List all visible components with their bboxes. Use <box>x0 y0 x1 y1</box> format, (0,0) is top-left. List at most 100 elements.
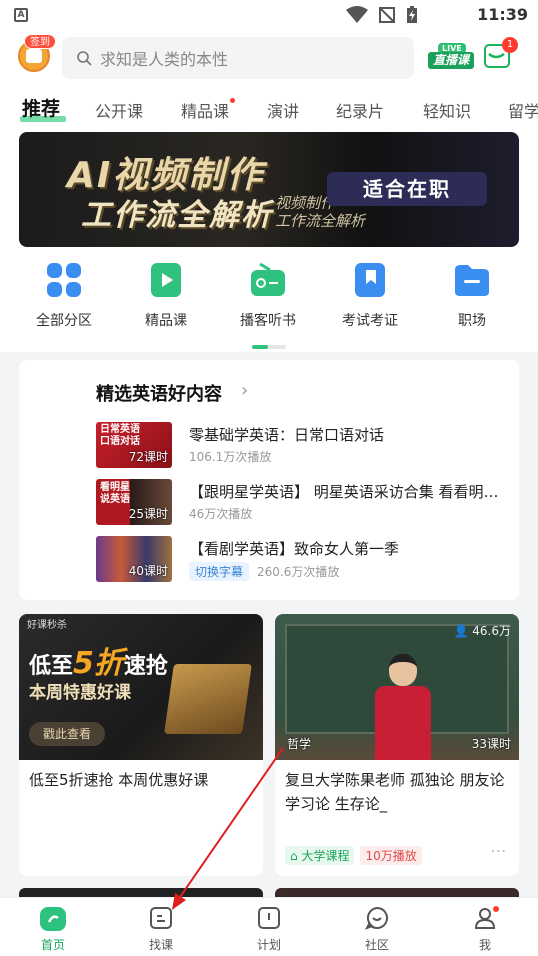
nav-find-course[interactable]: 找课 <box>131 906 191 953</box>
course-title: 【看剧学英语】致命女人第一季 <box>189 540 400 558</box>
person-icon: 👤 <box>453 624 469 638</box>
tab-study-abroad[interactable]: 留学 <box>508 98 538 122</box>
play-count: 46万次播放 <box>189 507 253 521</box>
subject-label: 哲学 <box>287 737 312 751</box>
nav-label: 首页 <box>40 938 65 952</box>
status-bar: A 11:39 <box>0 0 538 30</box>
list-item[interactable]: 日常英语 口语对话 72课时 零基础学英语：日常口语对话 106.1万次播放 <box>96 422 516 468</box>
plan-icon <box>257 906 281 930</box>
profile-notification-dot <box>493 906 499 912</box>
nav-label: 社区 <box>364 938 389 952</box>
battery-charging-icon <box>407 6 417 23</box>
search-icon <box>77 51 92 66</box>
subtitle-switch-badge: 切换字幕 <box>189 562 250 581</box>
category-workplace[interactable]: 职场 <box>432 262 512 330</box>
promo-headline: 低至5折速抢 <box>29 646 168 681</box>
nav-profile[interactable]: 我 <box>455 906 515 953</box>
category-label: 精品课 <box>145 313 187 329</box>
search-bar[interactable]: 求知是人类的本性 <box>62 37 414 79</box>
top-header: 签到 求知是人类的本性 LIVE 直播课 1 <box>0 30 538 88</box>
lesson-count: 25课时 <box>128 507 168 521</box>
nav-label: 计划 <box>256 938 281 952</box>
calendar-check-icon <box>26 49 42 63</box>
category-all[interactable]: 全部分区 <box>24 262 104 330</box>
tab-light-knowledge[interactable]: 轻知识 <box>423 98 471 122</box>
thumbnail-text: 日常英语 口语对话 <box>100 424 140 447</box>
course-card-lecture[interactable]: 👤 46.6万 哲学 33课时 复旦大学陈果老师 孤独论 朋友论 学习论 生存论… <box>275 614 519 876</box>
grid-icon <box>46 262 82 298</box>
course-title: 【跟明星学英语】 明星英语采访合集 看看明星们是如何说英语的 <box>189 483 509 501</box>
lesson-count: 40课时 <box>128 564 168 578</box>
radio-icon <box>250 262 286 298</box>
live-course-label: 直播课 <box>428 52 474 69</box>
checkin-tag: 签到 <box>24 34 56 49</box>
course-title: 零基础学英语：日常口语对话 <box>189 426 385 444</box>
course-tags: ⌂ 大学课程 10万播放 <box>285 846 422 865</box>
play-count: 106.1万次播放 <box>189 450 272 464</box>
section-title[interactable]: 精选英语好内容 <box>96 380 222 406</box>
nav-label: 找课 <box>148 938 173 952</box>
promo-banner[interactable]: AI视频制作 工作流全解析 视频制作 工作流全解析 适合在职 <box>19 132 519 247</box>
view-count: 👤 46.6万 <box>453 624 511 638</box>
course-meta: 切换字幕 260.6万次播放 <box>189 562 339 581</box>
course-icon: ⌂ <box>290 849 298 863</box>
tab-open-course[interactable]: 公开课 <box>95 98 143 122</box>
new-dot <box>230 98 235 103</box>
category-exam[interactable]: 考试考证 <box>330 262 410 330</box>
play-icon <box>148 262 184 298</box>
chevron-right-icon[interactable]: › <box>241 380 248 401</box>
category-label: 播客听书 <box>240 313 296 329</box>
banner-subheadline: 工作流全解析 <box>81 198 273 233</box>
promo-tag: 好课秒杀 <box>27 620 67 631</box>
nav-community[interactable]: 社区 <box>347 906 407 953</box>
play-count: 260.6万次播放 <box>257 565 340 579</box>
category-tag: ⌂ 大学课程 <box>285 846 355 865</box>
nav-home[interactable]: 首页 <box>23 906 83 953</box>
tab-speech[interactable]: 演讲 <box>267 98 299 122</box>
english-section-card: 精选英语好内容 › 日常英语 口语对话 72课时 零基础学英语：日常口语对话 1… <box>19 360 519 600</box>
nav-label: 我 <box>478 938 491 952</box>
category-premium[interactable]: 精品课 <box>126 262 206 330</box>
home-icon <box>40 906 66 931</box>
app-notification-icon: A <box>14 8 28 22</box>
pager-active <box>252 345 268 349</box>
find-course-icon <box>149 906 173 930</box>
nav-plan[interactable]: 计划 <box>239 906 299 953</box>
wifi-icon <box>346 6 368 23</box>
bottom-navigation: 首页 找课 计划 社区 我 <box>0 897 538 956</box>
category-tabs: 推荐 公开课 精品课 演讲 纪录片 轻知识 留学 <box>0 88 538 130</box>
tab-recommend[interactable]: 推荐 <box>22 94 60 121</box>
category-podcast[interactable]: 播客听书 <box>228 262 308 330</box>
tab-documentary[interactable]: 纪录片 <box>336 98 384 122</box>
course-thumbnail: 40课时 <box>96 536 172 582</box>
course-thumbnail: 日常英语 口语对话 72课时 <box>96 422 172 468</box>
category-label: 全部分区 <box>36 313 92 329</box>
promo-subheadline: 本周特惠好课 <box>29 683 131 703</box>
course-cover: 👤 46.6万 哲学 33课时 <box>275 614 519 760</box>
search-placeholder: 求知是人类的本性 <box>100 50 229 69</box>
status-icons <box>346 6 418 24</box>
course-card-promo[interactable]: 好课秒杀 低至5折速抢 本周特惠好课 戳此查看 低至5折速抢 本周优惠好课 <box>19 614 263 876</box>
list-item[interactable]: 40课时 【看剧学英语】致命女人第一季 切换字幕 260.6万次播放 <box>96 536 516 582</box>
course-title: 复旦大学陈果老师 孤独论 朋友论 学习论 生存论_ <box>285 771 505 813</box>
course-cover: 好课秒杀 低至5折速抢 本周特惠好课 戳此查看 <box>19 614 263 760</box>
message-badge: 1 <box>502 37 518 53</box>
tab-premium-course[interactable]: 精品课 <box>181 98 229 122</box>
lesson-count: 33课时 <box>471 737 511 751</box>
bookmark-icon <box>352 262 388 298</box>
play-count-tag: 10万播放 <box>360 846 422 865</box>
course-thumbnail: 看明星 说英语 25课时 <box>96 479 172 525</box>
more-icon[interactable]: ··· <box>491 844 507 860</box>
list-item[interactable]: 看明星 说英语 25课时 【跟明星学英语】 明星英语采访合集 看看明星们是如何说… <box>96 479 516 525</box>
course-title: 低至5折速抢 本周优惠好课 <box>29 771 209 789</box>
category-pager <box>252 345 286 349</box>
book-illustration <box>164 664 252 734</box>
folder-icon <box>454 262 490 298</box>
lecturer-figure <box>371 654 435 760</box>
category-label: 考试考证 <box>342 313 398 329</box>
clock: 11:39 <box>477 5 528 24</box>
live-course-button[interactable]: LIVE 直播课 <box>428 43 474 71</box>
category-label: 职场 <box>458 313 486 329</box>
view-now-button: 戳此查看 <box>29 722 106 746</box>
thumbnail-text: 看明星 说英语 <box>100 482 130 505</box>
